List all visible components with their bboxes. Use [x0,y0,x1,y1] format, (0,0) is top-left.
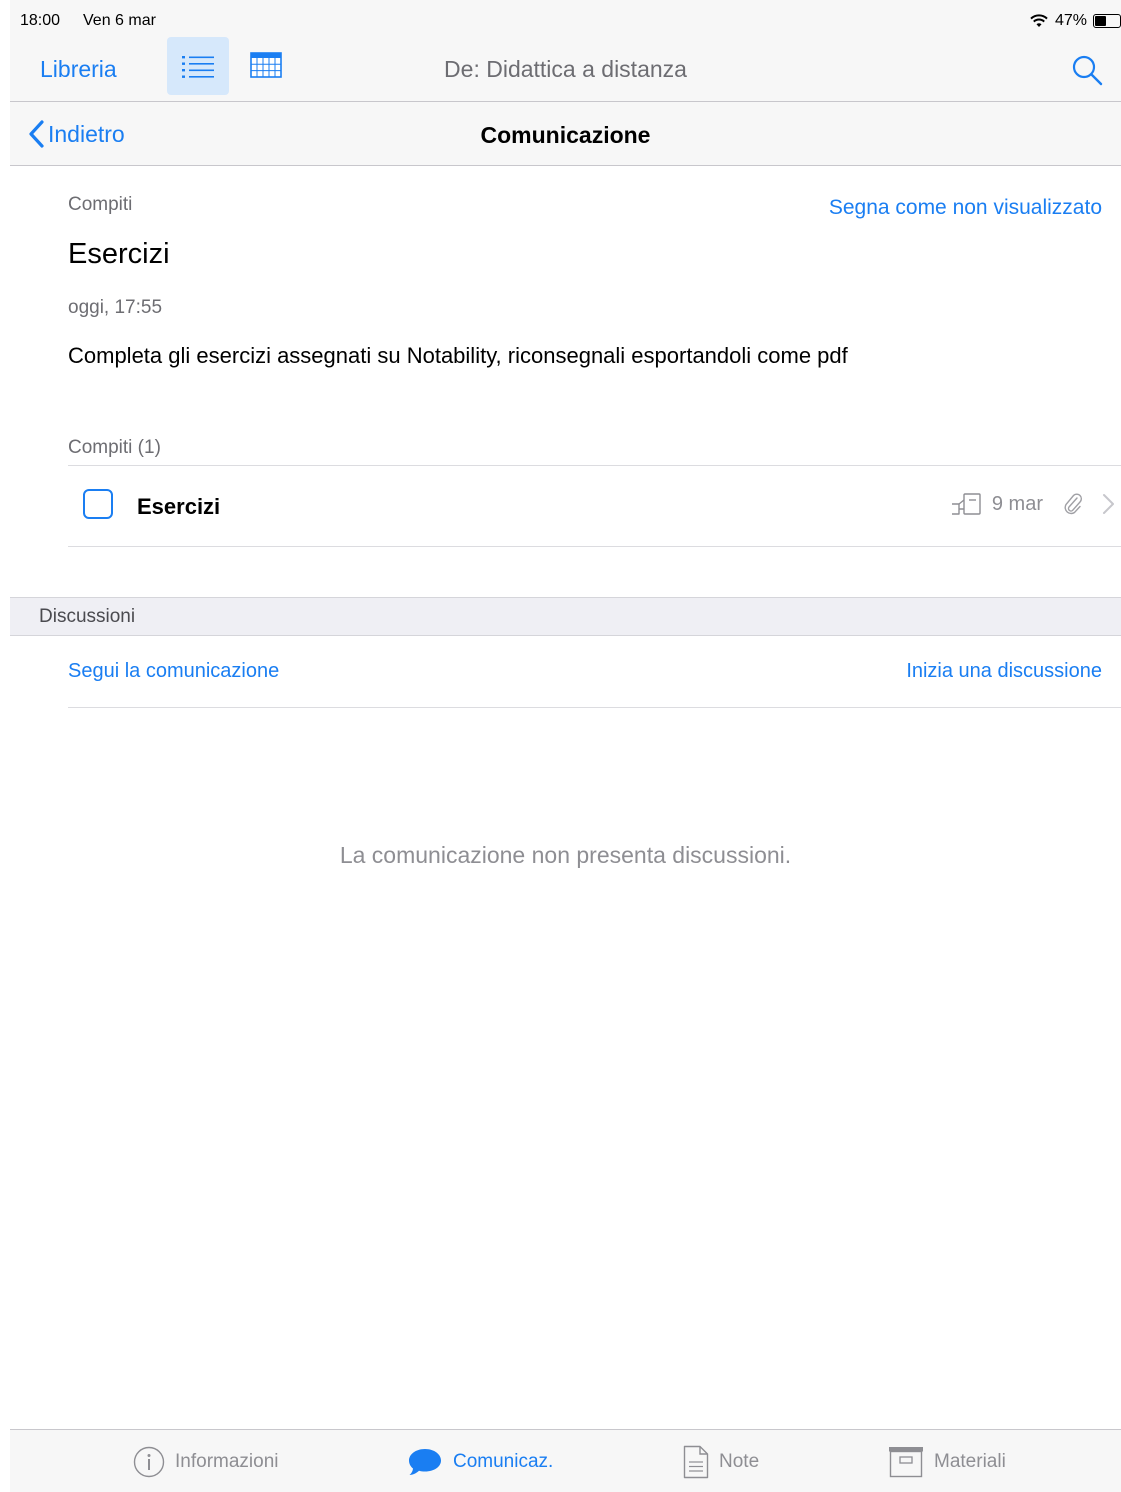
archive-box-icon [889,1446,923,1477]
top-nav-bar: Libreria De: Didattica a distanza [10,36,1121,102]
post-title: Esercizi [68,238,170,270]
discussions-header: Discussioni [10,597,1121,636]
handin-icon [951,493,981,515]
task-row[interactable]: Esercizi 9 mar [68,465,1121,547]
battery-fill [1095,16,1106,26]
tab-label: Materiali [934,1450,1006,1472]
divider [68,707,1121,708]
post-timestamp: oggi, 17:55 [68,297,163,318]
start-discussion-link[interactable]: Inizia una discussione [906,660,1102,683]
paperclip-icon [1064,493,1083,515]
page-title: Comunicazione [480,122,651,148]
tab-label: Comunicaz. [453,1450,554,1472]
tab-label: Note [719,1450,760,1472]
tab-materiali[interactable]: Materiali [888,1430,1006,1492]
mark-unread-link[interactable]: Segna come non visualizzato [829,196,1102,220]
info-icon [133,1446,165,1477]
tab-comunicazioni[interactable]: Comunicaz. [407,1430,553,1492]
note-icon [683,1445,709,1478]
tasks-header: Compiti (1) [68,437,161,458]
status-time: 18:00 [20,12,61,29]
sub-nav-bar: Indietro Comunicazione [10,102,1121,166]
post-category: Compiti [68,194,133,215]
empty-discussions-message: La comunicazione non presenta discussion… [339,842,792,868]
task-due-date: 9 mar [991,492,1043,515]
chevron-right-icon [1103,494,1114,514]
tab-label: Informazioni [175,1450,279,1472]
status-indicators: 47% [1029,10,1121,32]
screen: 18:00 Ven 6 mar 47% Libreria De: Didatti… [10,0,1121,1492]
discussions-header-label: Discussioni [39,606,136,627]
tab-bar: Informazioni Comunicaz. Note Materiali [10,1429,1121,1492]
tab-informazioni[interactable]: Informazioni [133,1430,279,1492]
task-meta: 9 mar [950,492,1115,516]
status-date: Ven 6 mar [83,12,156,29]
follow-announcement-link[interactable]: Segui la comunicazione [68,660,279,683]
search-icon [1072,55,1103,86]
top-nav-title: De: Didattica a distanza [444,56,687,82]
wifi-icon [1030,14,1048,27]
search-button[interactable] [1071,54,1103,86]
post-body: Completa gli esercizi assegnati su Notab… [68,343,848,368]
tab-note[interactable]: Note [683,1430,759,1492]
task-title: Esercizi [137,494,221,519]
battery-percent: 47% [1054,12,1087,29]
status-bar: 18:00 Ven 6 mar 47% [10,0,1121,40]
task-checkbox[interactable] [83,489,113,519]
battery-icon [1093,14,1121,28]
speech-bubble-icon [409,1448,441,1475]
